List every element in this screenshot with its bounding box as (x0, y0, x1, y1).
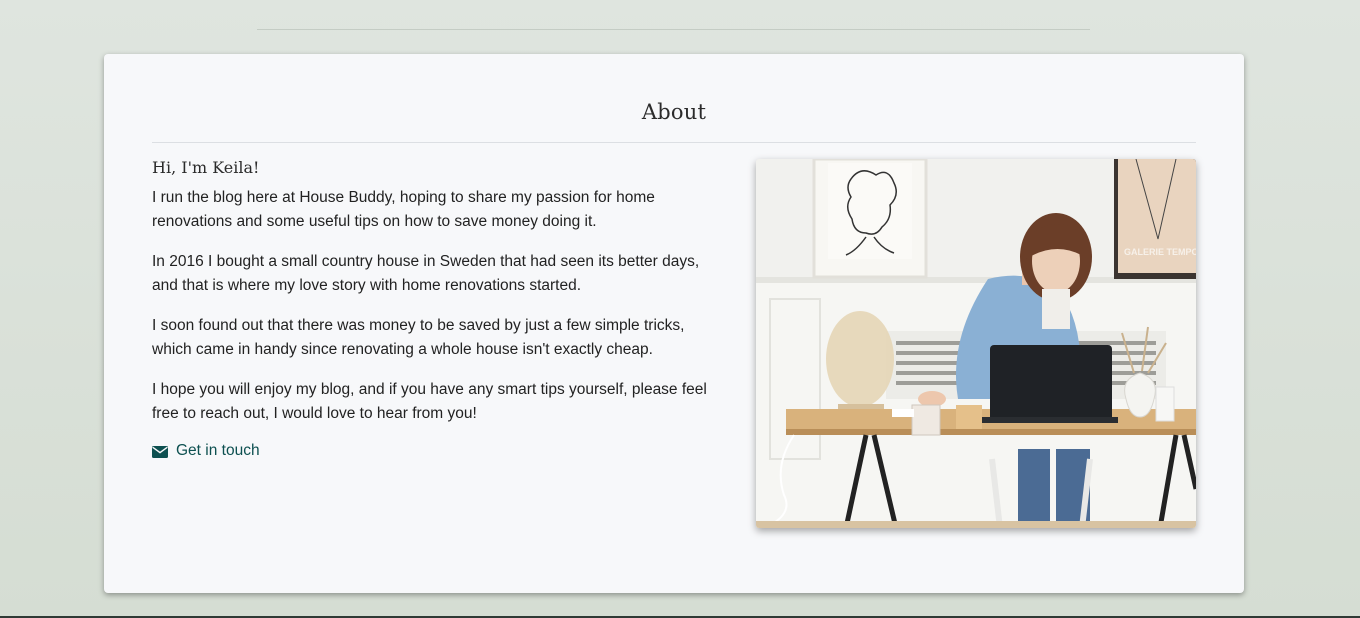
poster-text: GALERIE TEMPO (1124, 247, 1196, 257)
section-title: About (641, 100, 707, 124)
about-paragraph: In 2016 I bought a small country house i… (152, 253, 700, 294)
author-photo: GALERIE TEMPO (756, 159, 1196, 528)
about-card: About Hi, I'm Keila! I run the blog here… (104, 54, 1244, 593)
about-text: Hi, I'm Keila! I run the blog here at Ho… (152, 158, 712, 463)
about-paragraph: I run the blog here at House Buddy, hopi… (152, 189, 655, 230)
get-in-touch-link[interactable]: Get in touch (152, 442, 260, 460)
about-paragraph: I hope you will enjoy my blog, and if yo… (152, 381, 707, 422)
about-paragraph: I soon found out that there was money to… (152, 317, 685, 358)
title-divider (152, 142, 1196, 143)
get-in-touch-label: Get in touch (176, 442, 260, 459)
header-divider (257, 29, 1090, 30)
envelope-icon (152, 445, 168, 458)
greeting-heading: Hi, I'm Keila! (152, 158, 260, 177)
